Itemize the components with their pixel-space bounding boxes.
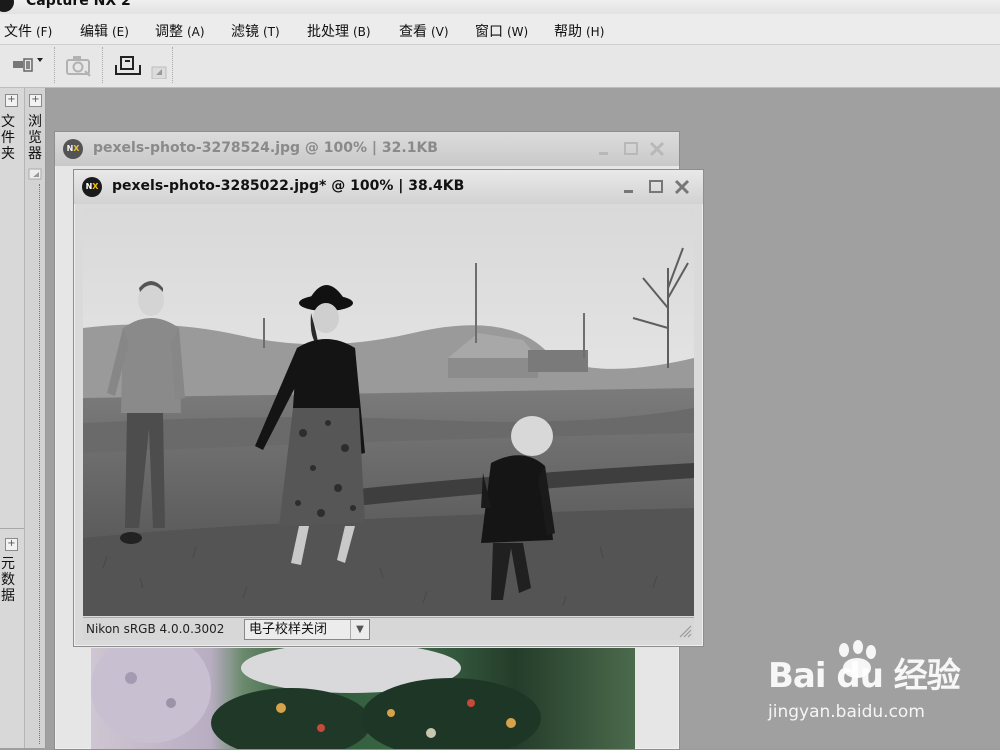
minimize-icon[interactable] [595,139,615,159]
family-photo-image [83,208,694,616]
menu-bar: 文件 (F) 编辑 (E) 调整 (A) 滤镜 (T) 批处理 (B) 查看 (V) 窗口(… [0,14,1000,45]
menu-help[interactable]: 帮助 (H) [554,21,604,41]
expand-metadata-icon[interactable]: + [5,538,18,551]
menu-batch[interactable]: 批处理 (B) [307,21,371,41]
menu-filter[interactable]: 滤镜 (T) [231,21,280,41]
folders-tab-label[interactable]: 文件夹 [0,114,16,162]
toolbar-separator [172,47,174,83]
app-title-bar: Capture NX 2 [0,0,1000,14]
menu-adjust[interactable]: 调整 (A) [155,21,205,41]
window-title-bar[interactable]: NX pexels-photo-3278524.jpg @ 100% | 32.… [55,132,679,166]
color-profile-label: Nikon sRGB 4.0.0.3002 [86,622,225,636]
back-photo-image [91,648,635,749]
close-icon[interactable] [647,139,667,159]
app-logo-icon [0,0,14,12]
maximize-icon[interactable] [646,177,666,197]
image-window-front[interactable]: NX pexels-photo-3285022.jpg* @ 100% | 38… [73,169,704,647]
close-icon[interactable] [672,177,692,197]
app-title: Capture NX 2 [26,0,131,9]
expand-browser-icon[interactable]: + [29,94,42,107]
menu-edit[interactable]: 编辑 (E) [80,21,129,41]
toolbar-separator [54,47,56,83]
expand-folders-icon[interactable]: + [5,94,18,107]
maximize-icon[interactable] [621,139,641,159]
softproof-value: 电子校样关闭 [249,622,328,637]
window-title-bar[interactable]: NX pexels-photo-3285022.jpg* @ 100% | 38… [74,170,703,204]
left-dock-panel: + 文件夹 + 元数据 [0,88,25,748]
print-icon[interactable] [112,51,144,79]
metadata-tab-label[interactable]: 元数据 [0,556,16,604]
dock-splitter[interactable] [39,184,41,744]
menu-view[interactable]: 查看 (V) [399,21,449,41]
nx-logo-icon: NX [63,139,83,159]
watermark-url: jingyan.baidu.com [768,702,925,722]
image-status-bar: Nikon sRGB 4.0.0.3002 电子校样关闭 ▼ [83,617,694,640]
toolbar-overflow-icon[interactable] [150,51,168,79]
window-title: pexels-photo-3278524.jpg @ 100% | 32.1KB [93,140,438,156]
softproof-select[interactable]: 电子校样关闭 ▼ [244,619,370,640]
dock-divider [0,528,24,529]
toolbar [0,45,1000,88]
watermark-brand: Bai du 经验 [768,656,961,696]
camera-icon[interactable] [64,51,94,79]
toolbar-separator [102,47,104,83]
minimize-icon[interactable] [620,177,640,197]
baidu-watermark: Bai du 经验 jingyan.baidu.com [768,640,968,730]
window-title: pexels-photo-3285022.jpg* @ 100% | 38.4K… [112,178,465,194]
panel-corner-icon[interactable] [28,168,42,180]
menu-file[interactable]: 文件 (F) [4,21,52,41]
browser-dock-panel: + 浏览器 [25,88,46,748]
browser-tab-label[interactable]: 浏览器 [27,114,43,162]
photo-canvas[interactable] [83,208,694,616]
nx-logo-icon: NX [82,177,102,197]
browser-layout-icon[interactable] [10,51,46,79]
dropdown-arrow-icon[interactable]: ▼ [350,620,369,639]
resize-grip-icon[interactable] [678,624,692,638]
menu-window[interactable]: 窗口 (W) [475,21,528,41]
